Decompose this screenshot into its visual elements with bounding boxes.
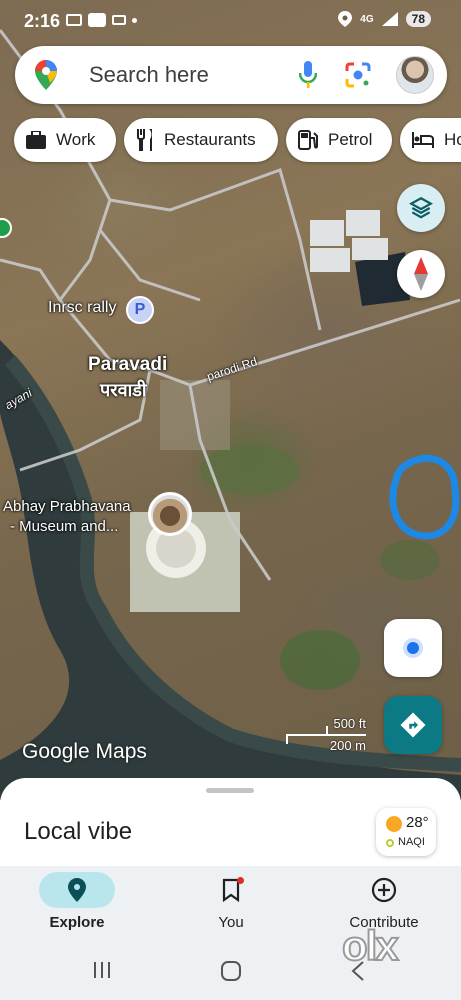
scale-feet: 500 ft	[333, 716, 366, 731]
weather-chip[interactable]: 28° NAQI	[376, 808, 436, 856]
dot-icon	[132, 17, 137, 23]
lens-icon[interactable]	[345, 62, 371, 88]
briefcase-icon	[26, 131, 46, 149]
status-system-icons: 4G 78	[338, 11, 431, 27]
search-bar[interactable]: Search here	[15, 46, 447, 104]
scale-tick	[286, 734, 288, 744]
compass-icon	[414, 257, 428, 291]
directions-icon	[400, 712, 426, 738]
notification-badge	[237, 877, 244, 884]
home-icon[interactable]	[220, 960, 242, 982]
chip-petrol[interactable]: Petrol	[286, 118, 392, 162]
screenshot-icon	[66, 14, 82, 26]
sheet-title: Local vibe	[24, 818, 133, 845]
chip-hotels-label: Ho	[444, 130, 461, 149]
bookmark-icon	[193, 872, 269, 908]
nav-explore[interactable]: Explore	[0, 866, 154, 946]
add-circle-icon	[346, 872, 422, 908]
status-notification-icons	[66, 13, 137, 27]
recent-apps-icon[interactable]	[92, 960, 112, 980]
parking-poi-icon[interactable]: P	[126, 296, 154, 324]
explore-pin-icon	[39, 872, 115, 908]
cast-icon	[112, 15, 126, 25]
chip-work[interactable]: Work	[14, 118, 116, 162]
search-input[interactable]: Search here	[89, 62, 209, 88]
fork-knife-icon	[136, 129, 154, 151]
map-label-museum-line2[interactable]: - Museum and...	[10, 518, 118, 535]
chip-work-label: Work	[56, 130, 96, 149]
nav-explore-label: Explore	[49, 914, 105, 931]
google-maps-logo: Google Maps	[22, 740, 147, 763]
sun-icon	[386, 816, 402, 832]
status-bar: 2:16 4G 78	[0, 0, 461, 42]
avatar[interactable]	[396, 56, 434, 94]
my-location-icon	[403, 638, 423, 658]
layers-icon	[409, 197, 433, 219]
fuel-icon	[298, 130, 318, 150]
weather-temp: 28°	[406, 814, 429, 831]
status-time: 2:16	[24, 11, 61, 31]
network-type: 4G	[360, 13, 374, 25]
app-icon	[88, 13, 106, 27]
sheet-drag-handle[interactable]	[206, 788, 254, 793]
nav-you[interactable]: You	[154, 866, 308, 946]
location-icon	[338, 11, 353, 27]
nav-you-label: You	[218, 914, 244, 931]
chip-restaurants-label: Restaurants	[164, 130, 256, 149]
signal-icon	[381, 12, 398, 26]
chip-hotels[interactable]: Ho	[400, 118, 461, 162]
scale-tick	[326, 726, 328, 736]
directions-button[interactable]	[384, 696, 442, 754]
chip-petrol-label: Petrol	[328, 130, 373, 149]
compass-button[interactable]	[397, 250, 445, 298]
museum-poi-marker[interactable]	[148, 492, 192, 536]
mic-icon[interactable]	[299, 61, 317, 89]
scale-meters: 200 m	[329, 738, 366, 753]
air-quality-icon	[386, 839, 394, 847]
map-label-museum-line1[interactable]: Abhay Prabhavana	[3, 498, 131, 515]
olx-watermark: olx	[341, 921, 400, 970]
map-scale: 500 ft 200 m	[286, 714, 366, 754]
air-quality-label: NAQI	[398, 836, 425, 848]
map-label-paravadi-marathi: परवाडी	[100, 380, 147, 400]
layers-button[interactable]	[397, 184, 445, 232]
bed-icon	[412, 132, 434, 148]
maps-pin-icon	[35, 60, 57, 90]
battery-level: 78	[405, 11, 431, 27]
map-label-paravadi[interactable]: Paravadi	[88, 354, 167, 376]
map-label-inrsc[interactable]: Inrsc rally	[48, 299, 116, 317]
my-location-button[interactable]	[384, 619, 442, 677]
chip-restaurants[interactable]: Restaurants	[124, 118, 278, 162]
